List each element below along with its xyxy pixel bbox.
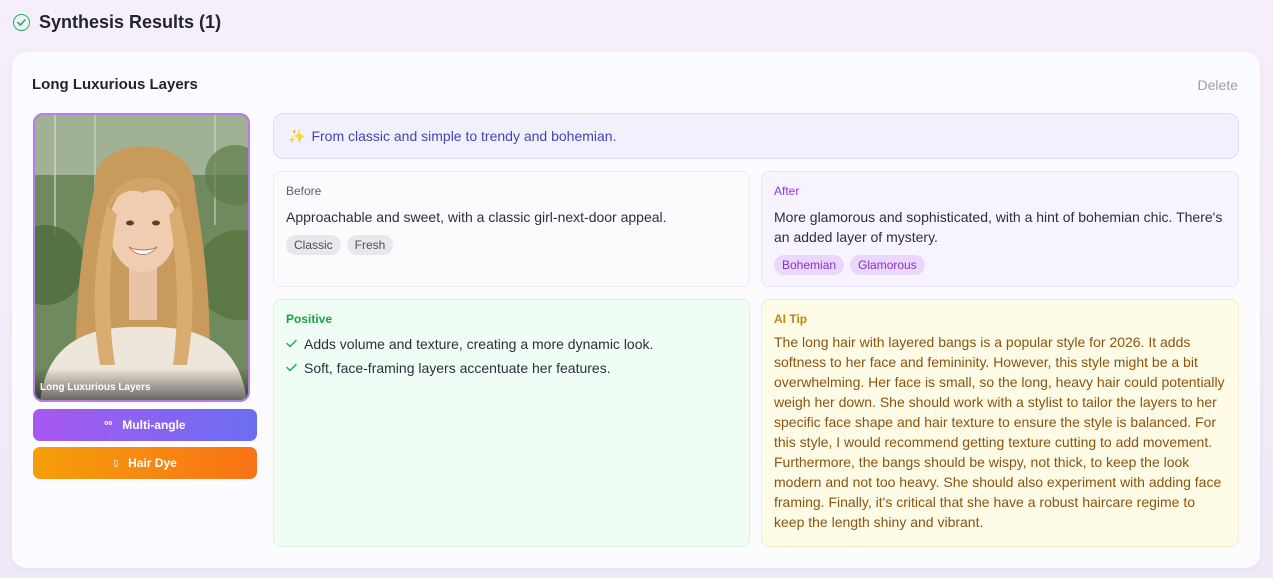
positive-panel: Positive Adds volume and texture, creati… xyxy=(273,299,750,547)
delete-button[interactable]: Delete xyxy=(1198,77,1238,93)
check-icon xyxy=(286,361,297,375)
after-label: After xyxy=(774,184,800,198)
result-card: Long Luxurious Layers Delete Long Luxuri… xyxy=(12,52,1260,568)
after-tags: Bohemian Glamorous xyxy=(774,255,1226,275)
ai-tip-panel: AI Tip The long hair with layered bangs … xyxy=(761,299,1239,547)
check-icon xyxy=(286,337,297,351)
hair-dye-button[interactable]: ▯ Hair Dye xyxy=(33,447,257,479)
page-title: Synthesis Results (1) xyxy=(39,11,222,32)
tag: Fresh xyxy=(346,235,394,255)
multi-angle-label: Multi-angle xyxy=(122,418,186,432)
after-panel: After More glamorous and sophisticated, … xyxy=(761,171,1239,287)
results-header: Synthesis Results (1) xyxy=(13,11,221,33)
positive-label: Positive xyxy=(286,312,333,326)
positive-item-text: Adds volume and texture, creating a more… xyxy=(304,336,654,352)
tagline-text: From classic and simple to trendy and bo… xyxy=(311,128,617,144)
before-label: Before xyxy=(286,184,322,198)
tag: Glamorous xyxy=(850,255,925,275)
positive-item-text: Soft, face-framing layers accentuate her… xyxy=(304,360,611,376)
check-circle-icon xyxy=(13,13,30,31)
before-panel: Before Approachable and sweet, with a cl… xyxy=(273,171,750,287)
photo-caption: Long Luxurious Layers xyxy=(35,368,248,400)
portrait-image xyxy=(35,115,248,400)
list-item: Adds volume and texture, creating a more… xyxy=(286,332,737,356)
sparkle-icon: ✨ xyxy=(288,127,306,144)
multi-angle-icon: ⁰⁰ xyxy=(104,419,113,430)
hair-dye-icon: ▯ xyxy=(113,457,119,468)
after-text: More glamorous and sophisticated, with a… xyxy=(774,209,1223,245)
ai-tip-text: The long hair with layered bangs is a po… xyxy=(774,334,1225,530)
hair-dye-label: Hair Dye xyxy=(128,456,177,470)
ai-tip-label: AI Tip xyxy=(774,312,808,326)
tag: Classic xyxy=(286,235,341,255)
multi-angle-button[interactable]: ⁰⁰ Multi-angle xyxy=(33,409,257,441)
result-photo[interactable]: Long Luxurious Layers xyxy=(33,113,250,402)
tag: Bohemian xyxy=(774,255,845,275)
before-tags: Classic Fresh xyxy=(286,235,737,255)
result-title: Long Luxurious Layers xyxy=(32,76,198,93)
before-text: Approachable and sweet, with a classic g… xyxy=(286,209,667,225)
list-item: Soft, face-framing layers accentuate her… xyxy=(286,356,737,380)
tagline-banner: ✨ From classic and simple to trendy and … xyxy=(273,113,1239,159)
